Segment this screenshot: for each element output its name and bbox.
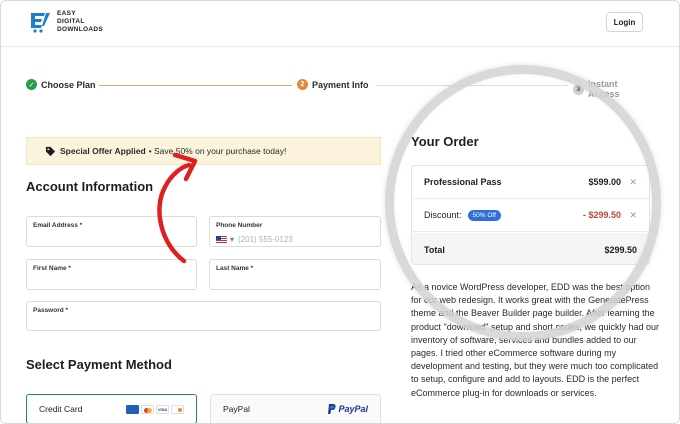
first-name-label: First Name * (33, 265, 71, 272)
offer-title: Special Offer Applied (60, 146, 146, 156)
card-logos: VISA (126, 405, 184, 414)
country-dropdown-icon[interactable]: ▾ (230, 235, 234, 244)
step-label: Choose Plan (41, 79, 96, 90)
paypal-label: PayPal (223, 404, 250, 414)
discount-label: Discount: (424, 210, 462, 220)
total-label: Total (424, 244, 445, 255)
step-number: 3 (573, 83, 584, 95)
visa-icon: VISA (156, 405, 169, 414)
step-label: Payment Info (312, 79, 369, 90)
step-connector (376, 85, 568, 86)
logo-line-2: DIGITAL (57, 18, 85, 25)
logo-line-3: DOWNLOADS (57, 26, 104, 33)
your-order-title: Your Order (411, 134, 479, 149)
logo-line-1: EASY (57, 10, 76, 17)
phone-field[interactable]: Phone Number ▾ (201) 555-0123 (209, 216, 381, 247)
last-name-field[interactable]: Last Name * (209, 259, 381, 290)
step-choose-plan[interactable]: ✓ Choose Plan (26, 79, 96, 90)
remove-discount-icon[interactable]: ✕ (629, 210, 637, 221)
tag-icon (45, 146, 56, 156)
logo[interactable]: EASY DIGITAL DOWNLOADS (29, 10, 103, 34)
paypal-logo-text: PayPal (338, 404, 368, 414)
order-item-name: Professional Pass (424, 177, 502, 187)
logo-text: EASY DIGITAL DOWNLOADS (57, 10, 103, 34)
step-number: 2 (297, 79, 308, 90)
credit-card-option[interactable]: Credit Card VISA (26, 394, 197, 423)
remove-item-icon[interactable]: ✕ (629, 177, 637, 188)
paypal-logo: PayPal (327, 404, 368, 414)
step-instant-access: 3 Instant Access (573, 79, 651, 99)
checkout-window: EASY DIGITAL DOWNLOADS Login ✓ Choose Pl… (0, 0, 680, 424)
order-summary: Professional Pass $599.00 ✕ Discount: 50… (411, 165, 650, 265)
order-item-price: $599.00 (588, 177, 621, 187)
amex-icon (126, 405, 139, 414)
discount-amount: - $299.50 (582, 210, 621, 220)
paypal-icon (328, 404, 337, 414)
paypal-option[interactable]: PayPal PayPal (210, 394, 381, 423)
password-field[interactable]: Password * (26, 301, 381, 331)
step-payment-info: 2 Payment Info (297, 79, 369, 90)
total-amount: $299.50 (604, 244, 637, 255)
last-name-label: Last Name * (216, 265, 254, 272)
red-arrow-annotation (157, 152, 198, 264)
testimonial-text: As a novice WordPress developer, EDD was… (411, 282, 660, 398)
mastercard-icon (141, 405, 154, 414)
total-row: Total $299.50 (412, 233, 649, 264)
account-information-title: Account Information (26, 179, 154, 194)
payment-method-title: Select Payment Method (26, 357, 172, 372)
phone-placeholder: (201) 555-0123 (238, 235, 293, 244)
phone-label: Phone Number (216, 222, 263, 229)
order-item-row: Professional Pass $599.00 ✕ (412, 166, 649, 199)
checkout-steps: ✓ Choose Plan 2 Payment Info 3 Instant A… (26, 79, 651, 99)
email-label: Email Address * (33, 222, 83, 229)
discount-row: Discount: 50% Off - $299.50 ✕ (412, 199, 649, 232)
step-connector (99, 85, 292, 86)
discount-badge: 50% Off (467, 209, 501, 221)
check-icon: ✓ (26, 79, 37, 90)
header: EASY DIGITAL DOWNLOADS Login (1, 1, 679, 47)
phone-input[interactable]: ▾ (201) 555-0123 (216, 235, 293, 244)
credit-card-label: Credit Card (39, 404, 83, 414)
password-label: Password * (33, 307, 69, 314)
step-label: Instant Access (587, 79, 620, 99)
discover-icon (171, 405, 184, 414)
login-button[interactable]: Login (606, 12, 643, 32)
edd-logo-icon (31, 13, 50, 33)
